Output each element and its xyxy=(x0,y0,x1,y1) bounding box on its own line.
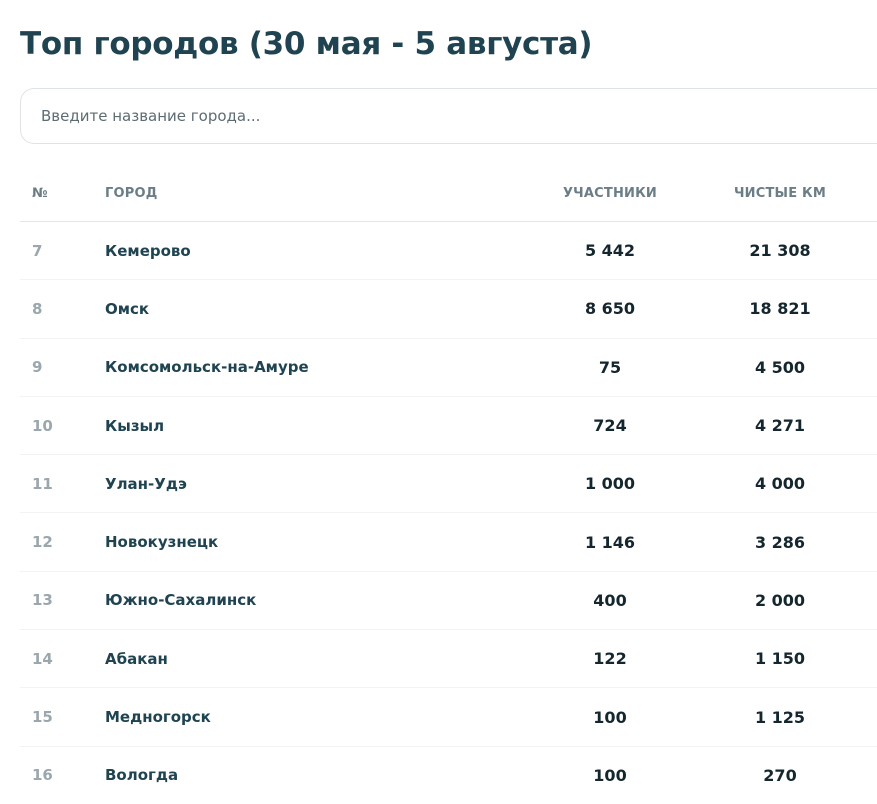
cities-table: № ГОРОД УЧАСТНИКИ ЧИСТЫЕ КМ 7 Кемерово 5… xyxy=(20,165,877,804)
row-km: 4 000 xyxy=(754,474,806,494)
row-city: Комсомольск-на-Амуре xyxy=(105,358,309,377)
table-header: № ГОРОД УЧАСТНИКИ ЧИСТЫЕ КМ xyxy=(20,165,877,222)
row-rank: 16 xyxy=(32,766,53,785)
row-city: Кызыл xyxy=(105,416,165,435)
row-rank: 11 xyxy=(32,474,53,493)
row-city: Новокузнецк xyxy=(105,533,219,552)
row-rank: 10 xyxy=(32,416,53,435)
row-km: 270 xyxy=(763,765,797,785)
row-rank: 7 xyxy=(32,241,43,260)
row-participants: 122 xyxy=(593,649,627,669)
row-km: 4 271 xyxy=(754,416,806,436)
row-participants: 724 xyxy=(593,416,627,436)
row-participants: 100 xyxy=(593,707,627,727)
row-rank: 13 xyxy=(32,591,53,610)
table-row: 12 Новокузнецк 1 146 3 286 xyxy=(20,513,877,572)
row-participants: 100 xyxy=(593,765,627,785)
table-row: 14 Абакан 122 1 150 xyxy=(20,630,877,689)
header-city: ГОРОД xyxy=(105,185,158,201)
page: Топ городов (30 мая - 5 августа) № ГОРОД… xyxy=(0,0,877,800)
row-participants: 400 xyxy=(593,590,627,610)
row-participants: 75 xyxy=(598,357,622,377)
row-km: 18 821 xyxy=(749,299,811,319)
row-km: 2 000 xyxy=(754,590,806,610)
table-body: 7 Кемерово 5 442 21 308 8 Омск 8 650 18 … xyxy=(20,222,877,804)
row-city: Улан-Удэ xyxy=(105,474,187,493)
row-km: 1 125 xyxy=(754,707,806,727)
row-km: 1 150 xyxy=(754,649,806,669)
row-participants: 8 650 xyxy=(584,299,636,319)
row-city: Южно-Сахалинск xyxy=(105,591,257,610)
city-search-input[interactable] xyxy=(21,89,877,143)
table-row: 11 Улан-Удэ 1 000 4 000 xyxy=(20,455,877,514)
page-title: Топ городов (30 мая - 5 августа) xyxy=(20,26,593,62)
header-km: ЧИСТЫЕ КМ xyxy=(733,185,827,201)
table-row: 13 Южно-Сахалинск 400 2 000 xyxy=(20,572,877,631)
header-num: № xyxy=(32,185,48,201)
row-city: Медногорск xyxy=(105,708,211,727)
row-rank: 14 xyxy=(32,649,53,668)
table-row: 10 Кызыл 724 4 271 xyxy=(20,397,877,456)
row-km: 21 308 xyxy=(749,241,811,261)
header-participants: УЧАСТНИКИ xyxy=(562,185,658,201)
row-city: Вологда xyxy=(105,766,179,785)
table-row: 16 Вологда 100 270 xyxy=(20,747,877,804)
row-participants: 5 442 xyxy=(584,241,636,261)
table-row: 15 Медногорск 100 1 125 xyxy=(20,688,877,747)
table-row: 7 Кемерово 5 442 21 308 xyxy=(20,222,877,281)
row-city: Абакан xyxy=(105,649,168,668)
table-row: 8 Омск 8 650 18 821 xyxy=(20,280,877,339)
table-row: 9 Комсомольск-на-Амуре 75 4 500 xyxy=(20,339,877,397)
row-participants: 1 146 xyxy=(584,532,636,552)
row-km: 4 500 xyxy=(754,357,806,377)
row-rank: 15 xyxy=(32,708,53,727)
search-box xyxy=(20,88,877,144)
row-city: Омск xyxy=(105,299,150,318)
row-participants: 1 000 xyxy=(584,474,636,494)
row-km: 3 286 xyxy=(754,532,806,552)
row-rank: 8 xyxy=(32,299,43,318)
row-rank: 12 xyxy=(32,533,53,552)
row-rank: 9 xyxy=(32,358,43,377)
row-city: Кемерово xyxy=(105,241,191,260)
